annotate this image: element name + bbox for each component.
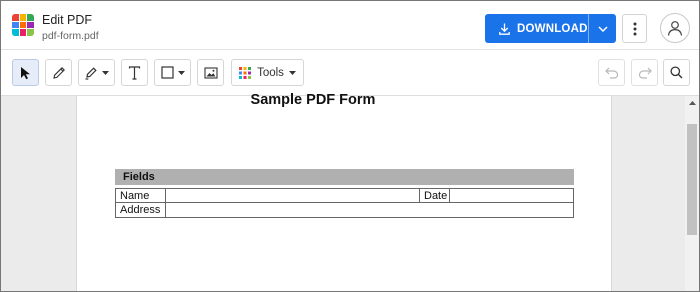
vertical-scrollbar[interactable] (685, 96, 699, 291)
scroll-up-button[interactable] (685, 96, 699, 110)
undo-icon (604, 67, 618, 79)
tools-menu-label: Tools (257, 66, 284, 79)
chevron-down-icon (288, 70, 296, 75)
search-icon (670, 66, 683, 79)
more-vertical-icon (633, 22, 636, 35)
app-window: Edit PDF pdf-form.pdf DOWNLOAD Tools Sam… (0, 0, 700, 292)
download-main-action[interactable]: DOWNLOAD (485, 14, 588, 43)
shape-tool-button[interactable] (154, 59, 191, 86)
pdf-page[interactable]: Sample PDF Form Fields Name Date Address (76, 92, 612, 291)
download-label: DOWNLOAD (517, 22, 588, 35)
tools-grid-icon (239, 66, 252, 79)
user-icon (667, 21, 683, 36)
app-title: Edit PDF (42, 13, 93, 27)
document-viewport[interactable]: Sample PDF Form Fields Name Date Address (1, 92, 685, 291)
image-tool-button[interactable] (197, 59, 224, 86)
address-label: Address (116, 203, 166, 217)
image-icon (203, 66, 218, 79)
undo-button[interactable] (598, 59, 625, 86)
scroll-thumb[interactable] (687, 124, 697, 235)
download-icon (499, 23, 510, 35)
name-field[interactable] (166, 189, 420, 202)
redo-button[interactable] (631, 59, 658, 86)
form-row-name: Name Date (115, 188, 574, 203)
form-table: Fields Name Date Address (115, 169, 574, 218)
chevron-down-icon (102, 70, 109, 75)
file-name: pdf-form.pdf (42, 30, 99, 42)
editor-toolbar: Tools (1, 50, 699, 95)
highlighter-icon (85, 66, 97, 80)
date-field[interactable] (450, 189, 573, 202)
download-options-button[interactable] (589, 14, 616, 43)
address-field[interactable] (166, 203, 573, 217)
draw-tool-button[interactable] (45, 59, 72, 86)
chevron-up-icon (688, 101, 696, 105)
text-tool-button[interactable] (121, 59, 148, 86)
search-button[interactable] (663, 59, 690, 86)
name-label: Name (116, 189, 166, 202)
text-icon (128, 65, 141, 80)
download-button[interactable]: DOWNLOAD (485, 14, 616, 43)
highlight-tool-button[interactable] (78, 59, 115, 86)
chevron-down-icon (597, 25, 608, 32)
rectangle-icon (160, 66, 174, 79)
app-header: Edit PDF pdf-form.pdf DOWNLOAD (1, 1, 699, 49)
chevron-down-icon (177, 70, 185, 75)
date-label: Date (420, 189, 450, 202)
pdf-page-title: Sample PDF Form (250, 92, 376, 108)
pencil-icon (52, 66, 65, 79)
cursor-icon (21, 66, 30, 79)
more-options-button[interactable] (622, 14, 647, 43)
user-avatar-button[interactable] (660, 13, 690, 43)
app-logo-icon (12, 14, 34, 36)
select-tool-button[interactable] (12, 59, 39, 86)
fields-section-header: Fields (115, 169, 574, 185)
redo-icon (638, 67, 652, 79)
form-row-address: Address (115, 203, 574, 218)
tools-menu-button[interactable]: Tools (231, 59, 304, 86)
